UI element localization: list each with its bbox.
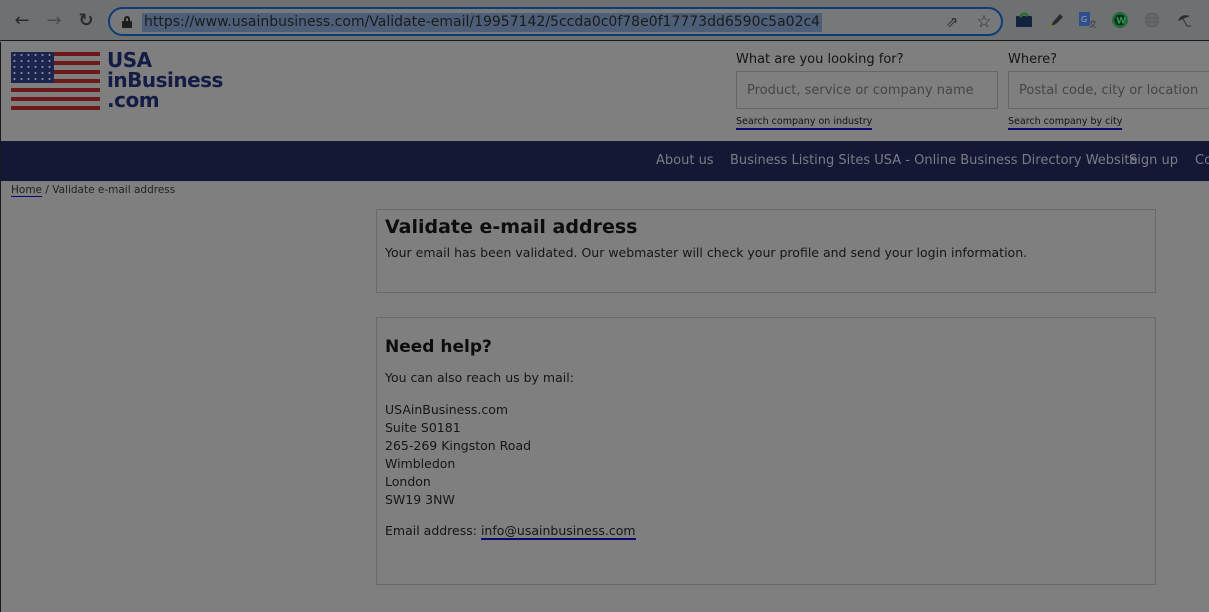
what-label: What are you looking for? (736, 52, 904, 67)
umbrella-extension-icon[interactable] (1175, 11, 1193, 29)
breadcrumb-home-link[interactable]: Home (11, 184, 43, 197)
address-company: USAinBusiness.com (385, 402, 509, 417)
logo-line-usa: USA (107, 48, 152, 72)
address-city: London (385, 474, 431, 489)
forward-arrow-icon: → (46, 10, 62, 31)
svg-text:G: G (1081, 15, 1087, 24)
validate-email-panel: Validate e-mail address Your email has b… (376, 209, 1156, 293)
help-intro: You can also reach us by mail: (385, 370, 574, 385)
globe-extension-icon[interactable] (1143, 11, 1161, 29)
address-suite: Suite S0181 (385, 420, 461, 435)
us-flag-icon (11, 52, 100, 110)
logo-line-inbusiness: inBusiness (107, 68, 223, 92)
main-navigation: About us Business Listing Sites USA - On… (1, 141, 1209, 181)
search-by-city-link[interactable]: Search company by city (1008, 116, 1123, 130)
nav-business-listing-sites[interactable]: Business Listing Sites USA - Online Busi… (730, 153, 1138, 168)
where-search-group: Where? Search company by city (1008, 52, 1209, 130)
address-district: Wimbledon (385, 456, 456, 471)
web-page: USA inBusiness .com What are you looking… (0, 42, 1209, 612)
email-line: Email address: info@usainbusiness.com (385, 523, 636, 540)
where-label: Where? (1008, 52, 1058, 67)
email-link[interactable]: info@usainbusiness.com (480, 523, 636, 540)
share-icon[interactable]: ⇗ (942, 12, 962, 32)
highlighter-extension-icon[interactable] (1047, 11, 1065, 29)
what-search-group: What are you looking for? Search company… (736, 52, 998, 130)
breadcrumb-current: Validate e-mail address (52, 184, 176, 196)
address-postcode: SW19 3NW (385, 492, 455, 507)
translate-extension-icon[interactable]: G文 (1078, 11, 1097, 29)
lock-icon (122, 16, 132, 28)
address-bar[interactable]: https://www.usainbusiness.com/Validate-e… (108, 7, 1003, 36)
logo-line-com: .com (107, 88, 160, 112)
need-help-panel: Need help? You can also reach us by mail… (376, 317, 1156, 585)
validate-title: Validate e-mail address (385, 216, 638, 238)
forward-button[interactable]: → (43, 10, 65, 32)
nav-sign-up[interactable]: Sign up (1129, 153, 1178, 168)
logo-text: USA inBusiness .com (107, 50, 223, 110)
browser-toolbar: ← → ↻ https://www.usainbusiness.com/Vali… (0, 0, 1209, 41)
site-logo[interactable]: USA inBusiness .com (11, 50, 226, 114)
back-button[interactable]: ← (11, 10, 33, 32)
validate-message: Your email has been validated. Our webma… (385, 245, 1028, 260)
what-search-input[interactable] (736, 71, 998, 109)
w-extension-icon[interactable]: W (1111, 11, 1129, 29)
nav-contact-truncated[interactable]: Co (1195, 153, 1209, 168)
search-by-industry-link[interactable]: Search company on industry (736, 116, 873, 130)
folder-extension-icon[interactable] (1015, 11, 1033, 29)
address-street: 265-269 Kingston Road (385, 438, 532, 453)
back-arrow-icon: ← (14, 10, 30, 31)
svg-text:W: W (1116, 17, 1126, 27)
help-title: Need help? (385, 337, 492, 357)
reload-button[interactable]: ↻ (75, 10, 97, 32)
breadcrumb-separator: / (42, 184, 53, 196)
svg-text:文: 文 (1089, 19, 1096, 29)
nav-about-us[interactable]: About us (656, 153, 714, 168)
reload-icon: ↻ (78, 10, 94, 31)
bookmark-star-icon[interactable]: ☆ (974, 12, 994, 32)
breadcrumb: Home / Validate e-mail address (11, 184, 176, 197)
email-label: Email address: (385, 523, 481, 538)
url-text[interactable]: https://www.usainbusiness.com/Validate-e… (142, 13, 823, 32)
where-search-input[interactable] (1008, 71, 1209, 109)
